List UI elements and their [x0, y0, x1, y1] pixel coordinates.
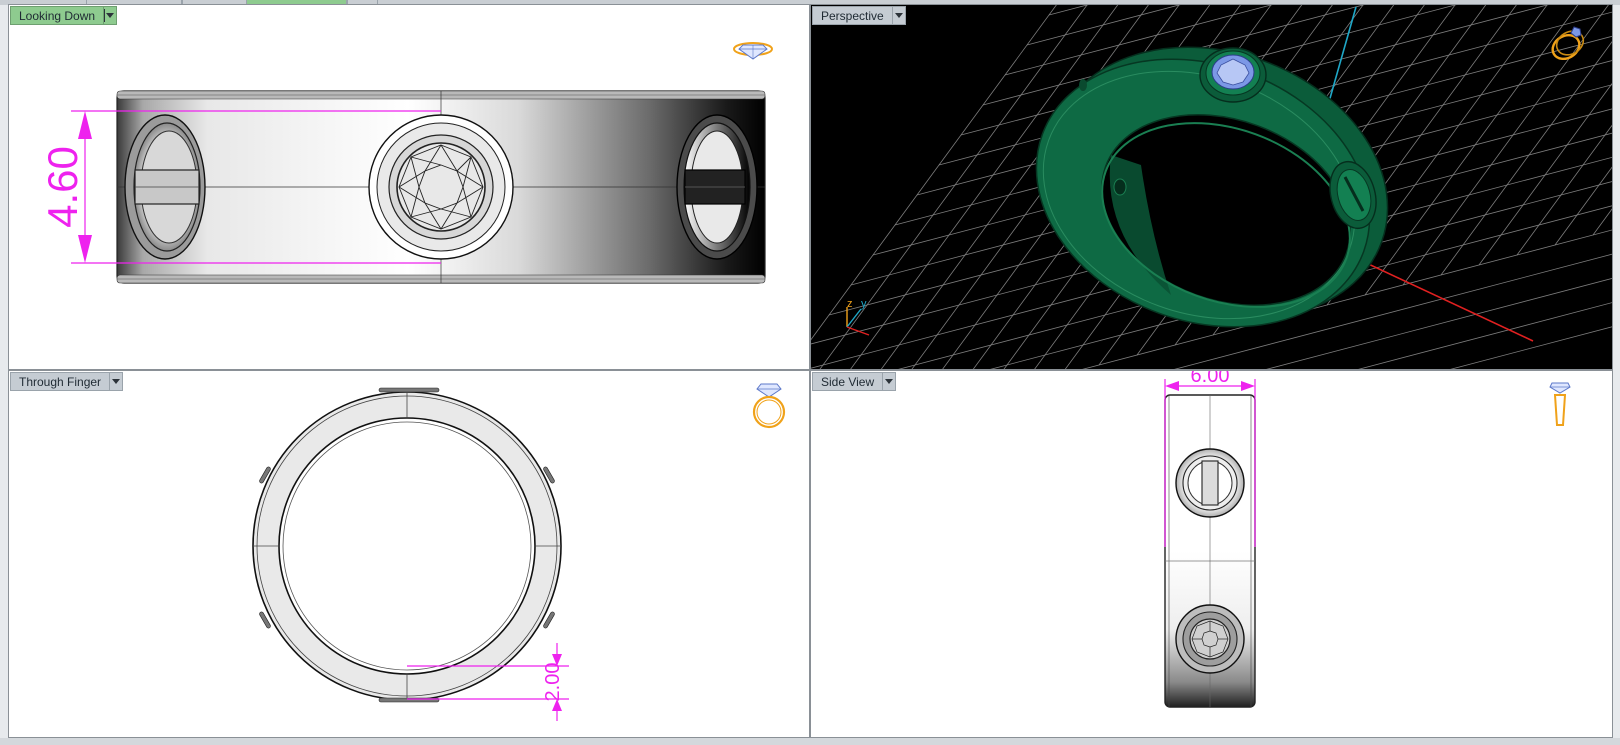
viewport-menu-dropdown[interactable]: [109, 372, 124, 391]
viewport-perspective[interactable]: Perspective z y: [810, 4, 1613, 370]
viewport-title-bar[interactable]: Perspective: [812, 6, 906, 25]
viewport-title[interactable]: Perspective: [812, 6, 892, 25]
looking-down-drawing: 4.60: [39, 90, 766, 284]
axis-label-z: z: [847, 298, 853, 310]
chevron-down-icon: [885, 379, 894, 384]
viewport-menu-dropdown[interactable]: [891, 6, 906, 25]
viewport-side-view[interactable]: Side View 6.00: [810, 370, 1613, 738]
ring-top-view-icon: [733, 42, 773, 60]
chevron-down-icon: [112, 379, 121, 384]
dimension-label-4-60: 4.60: [39, 146, 86, 228]
viewport-looking-down[interactable]: Looking Down 4.60: [8, 4, 810, 370]
perspective-drawing: z y: [811, 5, 1612, 369]
axis-label-y: y: [861, 298, 867, 310]
ring-side-view-icon: [1549, 382, 1571, 426]
viewport-title[interactable]: Side View: [812, 372, 883, 391]
viewport-menu-dropdown[interactable]: [882, 372, 897, 391]
viewport-title-bar[interactable]: Side View: [812, 372, 897, 391]
chevron-down-icon: [894, 13, 903, 18]
ring-perspective-icon: [1551, 26, 1585, 61]
viewport-title[interactable]: Looking Down: [10, 6, 104, 25]
through-finger-drawing: 2.00: [252, 387, 569, 721]
dimension-label-2-00: 2.00: [542, 663, 564, 702]
viewport-title[interactable]: Through Finger: [10, 372, 110, 391]
grid-line: [1592, 208, 1612, 236]
dimension-label-6-00: 6.00: [1191, 371, 1230, 387]
chevron-down-icon: [106, 13, 115, 18]
viewport-title-bar[interactable]: Looking Down: [10, 6, 118, 25]
side-view-drawing: 6.00: [1164, 371, 1256, 708]
ring-front-view-icon: [752, 383, 786, 429]
status-strip: [0, 738, 1620, 745]
viewport-through-finger[interactable]: Through Finger 2.00: [8, 370, 810, 738]
viewport-title-bar[interactable]: Through Finger: [10, 372, 124, 391]
viewport-menu-dropdown[interactable]: [103, 6, 118, 25]
